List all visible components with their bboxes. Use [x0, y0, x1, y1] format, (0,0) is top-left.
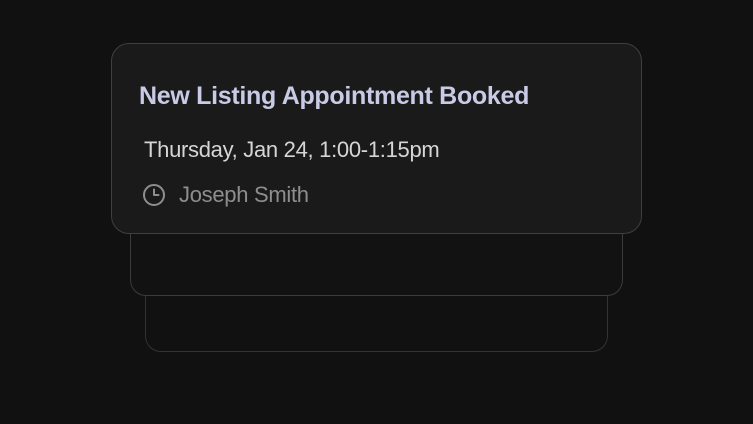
notification-title: New Listing Appointment Booked — [139, 82, 530, 110]
agent-row: Joseph Smith — [142, 182, 309, 208]
clock-icon — [142, 183, 166, 207]
notification-card[interactable]: New Listing Appointment Booked Thursday,… — [111, 43, 642, 234]
appointment-datetime: Thursday, Jan 24, 1:00-1:15pm — [144, 137, 440, 162]
agent-name: Joseph Smith — [179, 182, 309, 207]
notification-stack-area: New Listing Appointment Booked Thursday,… — [0, 0, 753, 424]
